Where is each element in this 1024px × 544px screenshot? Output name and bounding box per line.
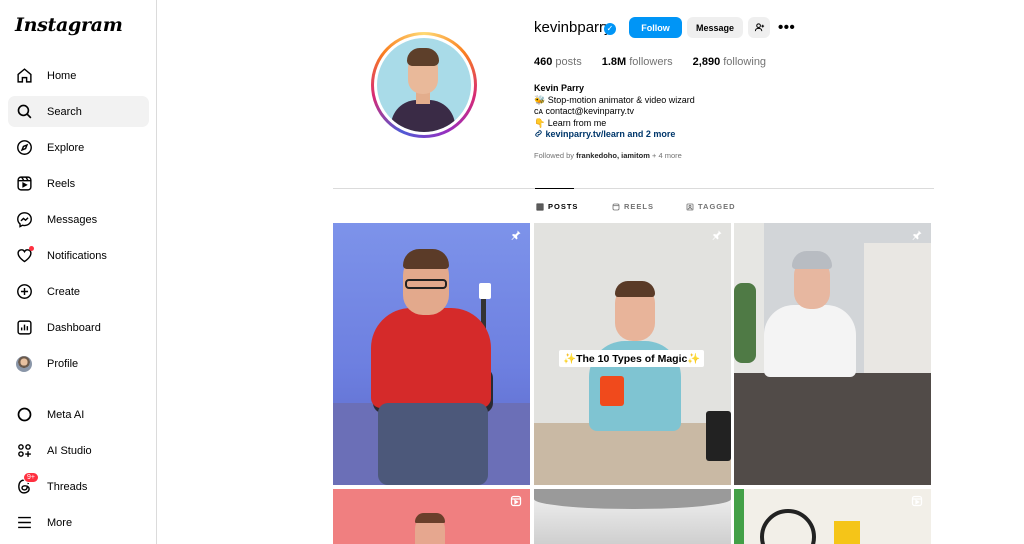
sidebar-item-label: Reels	[47, 177, 76, 190]
posts-stat: 460 posts	[534, 56, 582, 68]
post-tile[interactable]	[534, 489, 731, 544]
pin-icon	[712, 230, 722, 240]
tab-tagged[interactable]: TAGGED	[686, 202, 736, 211]
link-icon	[535, 130, 542, 137]
ai-studio-icon	[15, 442, 33, 460]
home-icon	[15, 67, 33, 85]
bio-line: ᴄᴀ contact@kevinparry.tv	[534, 106, 634, 116]
post-caption: ✨The 10 Types of Magic✨	[559, 350, 705, 367]
post-tile[interactable]	[734, 489, 931, 544]
post-tile[interactable]	[734, 223, 931, 485]
suggested-users-button[interactable]	[748, 17, 770, 38]
sidebar-item-label: Home	[47, 69, 77, 82]
tab-reels[interactable]: REELS	[612, 202, 654, 211]
sidebar-item-dashboard[interactable]: Dashboard	[8, 312, 149, 343]
sidebar-item-label: Meta AI	[47, 408, 85, 421]
grid-icon	[536, 203, 544, 210]
sidebar-item-create[interactable]: Create	[8, 276, 149, 307]
posts-label: posts	[555, 56, 582, 68]
profile-bio: Kevin Parry 🐝 Stop-motion animator & vid…	[534, 83, 695, 141]
followed-by-names: frankedoho, iamitom	[576, 151, 650, 160]
bio-link[interactable]: kevinparry.tv/learn and 2 more	[546, 129, 676, 139]
followers-stat[interactable]: 1.8M followers	[602, 56, 673, 68]
sidebar-item-label: Threads	[47, 480, 88, 493]
following-stat[interactable]: 2,890 following	[693, 56, 766, 68]
followers-label: followers	[629, 56, 673, 68]
meta-ai-icon	[15, 406, 33, 424]
sidebar-item-home[interactable]: Home	[8, 60, 149, 91]
menu-icon	[15, 514, 33, 532]
sidebar-item-messages[interactable]: Messages	[8, 204, 149, 235]
sidebar-item-label: More	[47, 516, 73, 529]
pin-icon	[912, 230, 922, 240]
bio-link-row[interactable]: kevinparry.tv/learn and 2 more	[534, 129, 695, 141]
verified-badge-icon: ✓	[604, 23, 616, 35]
avatar	[15, 355, 33, 373]
followed-by-prefix: Followed by	[534, 151, 575, 160]
sidebar-item-threads[interactable]: 9+ Threads	[8, 471, 149, 502]
bio-line: 🐝 Stop-motion animator & video wizard	[534, 94, 695, 105]
followed-by-more: + 4 more	[651, 151, 682, 160]
sidebar-item-more[interactable]: More	[8, 507, 149, 538]
threads-badge: 9+	[23, 471, 39, 483]
display-name: Kevin Parry	[534, 83, 585, 93]
instagram-logo[interactable]: Instagram	[15, 14, 123, 36]
sidebar-item-profile[interactable]: Profile	[8, 348, 149, 379]
reel-icon	[911, 495, 923, 507]
sidebar-item-explore[interactable]: Explore	[8, 132, 149, 163]
more-options-icon[interactable]: •••	[778, 19, 795, 36]
reels-icon	[15, 175, 33, 193]
sidebar-item-label: Notifications	[47, 249, 107, 262]
sidebar-item-label: Profile	[47, 357, 79, 370]
sidebar-item-label: Search	[47, 105, 82, 118]
message-button[interactable]: Message	[687, 17, 743, 38]
compass-icon	[15, 139, 33, 157]
followers-count: 1.8M	[601, 56, 627, 68]
sidebar-item-notifications[interactable]: Notifications	[8, 240, 149, 271]
tab-posts[interactable]: POSTS	[536, 202, 578, 211]
sidebar-item-meta-ai[interactable]: Meta AI	[8, 399, 149, 430]
plus-square-icon	[15, 283, 33, 301]
reels-icon	[612, 203, 620, 210]
heart-icon	[15, 245, 34, 265]
follow-button[interactable]: Follow	[629, 17, 682, 38]
posts-count: 460	[534, 56, 553, 68]
tabs-divider	[333, 188, 934, 189]
threads-icon: 9+	[15, 471, 39, 496]
tab-label: POSTS	[548, 202, 579, 211]
reel-icon	[510, 495, 522, 507]
post-tile[interactable]	[333, 223, 530, 485]
followed-by[interactable]: Followed by frankedoho, iamitom + 4 more	[534, 151, 682, 160]
tagged-icon	[686, 203, 694, 210]
sidebar-item-search[interactable]: Search	[8, 96, 149, 127]
notification-dot	[29, 245, 34, 251]
sidebar-item-label: AI Studio	[47, 444, 92, 457]
profile-stats: 460 posts 1.8M followers 2,890 following	[534, 56, 786, 68]
following-count: 2,890	[692, 56, 721, 68]
post-tile[interactable]: ✨The 10 Types of Magic✨	[534, 223, 731, 485]
sidebar: Instagram Home Search Explore Reels Mess…	[0, 0, 157, 544]
sidebar-item-label: Dashboard	[47, 321, 101, 334]
pin-icon	[511, 230, 521, 240]
tab-label: REELS	[624, 202, 655, 211]
sidebar-item-reels[interactable]: Reels	[8, 168, 149, 199]
chart-icon	[15, 319, 33, 337]
bio-line: 👇 Learn from me	[534, 117, 607, 128]
tab-label: TAGGED	[698, 202, 736, 211]
sidebar-item-label: Explore	[47, 141, 85, 154]
sidebar-item-label: Create	[47, 285, 81, 298]
active-tab-indicator	[535, 188, 574, 189]
sidebar-item-ai-studio[interactable]: AI Studio	[8, 435, 149, 466]
search-icon	[15, 103, 33, 121]
sidebar-item-label: Messages	[47, 213, 98, 226]
add-user-icon	[754, 23, 764, 32]
post-tile[interactable]	[333, 489, 530, 544]
profile-avatar[interactable]	[371, 32, 477, 138]
messenger-icon	[15, 211, 33, 229]
following-label: following	[723, 56, 767, 68]
profile-username: kevinbparry	[534, 19, 612, 36]
